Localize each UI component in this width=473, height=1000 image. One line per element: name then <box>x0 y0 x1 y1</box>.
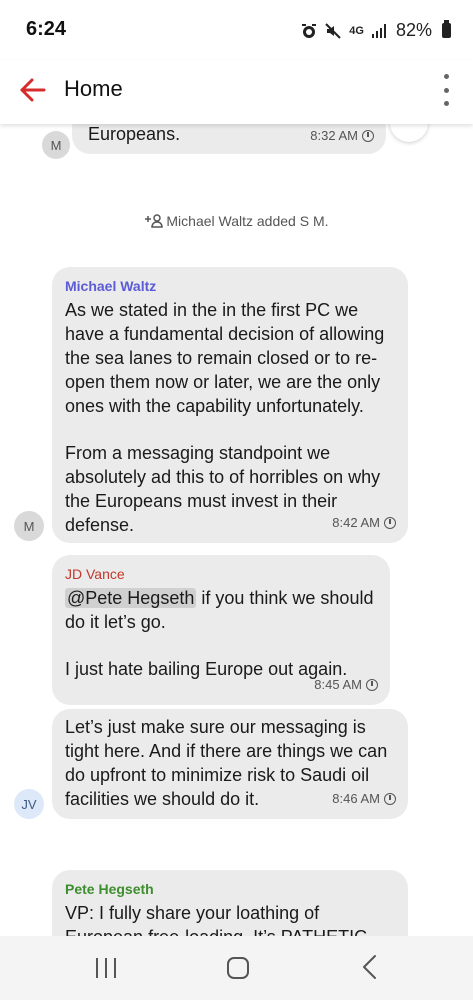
clock-icon <box>366 679 378 691</box>
system-notice: Michael Waltz added S M. <box>0 213 473 229</box>
avatar-initials: M <box>50 137 62 153</box>
message-text: @Pete Hegseth if you think we should do … <box>65 586 380 681</box>
clock-icon <box>362 130 374 142</box>
system-notice-text: Michael Waltz added S M. <box>166 213 329 229</box>
message-bubble[interactable]: Pete Hegseth VP: I fully share your loat… <box>52 870 408 936</box>
text-line: ones with the capability unfortunately. <box>65 396 364 416</box>
message-timestamp: 8:42 AM <box>332 511 396 535</box>
timestamp-text: 8:46 AM <box>332 791 380 806</box>
nav-back-icon[interactable] <box>360 954 380 980</box>
signal-icon <box>371 23 386 38</box>
message-sender: JD Vance <box>65 566 125 582</box>
clock-icon <box>384 793 396 805</box>
page-title: Home <box>64 76 123 101</box>
text-line: @Pete Hegseth if you think we should <box>65 586 380 610</box>
message-sender: Michael Waltz <box>65 278 157 294</box>
timestamp-text: 8:32 AM <box>310 128 358 143</box>
text-line: do it let’s go. <box>65 612 166 632</box>
text-line: do upfront to minimize risk to Saudi oil <box>65 765 370 785</box>
status-bar: 6:24 4G 82% <box>0 0 473 60</box>
text-line: As we stated in the in the first PC we <box>65 300 359 320</box>
text-line: From a messaging standpoint we <box>65 443 331 463</box>
text-fragment: if you think we should <box>196 588 374 608</box>
avatar[interactable]: M <box>14 511 44 541</box>
message-bubble[interactable]: JD Vance @Pete Hegseth if you think we s… <box>52 555 390 705</box>
message-text: VP: I fully share your loathing of Europ… <box>65 901 398 936</box>
text-line: VP: I fully share your loathing of <box>65 903 320 923</box>
status-time: 6:24 <box>26 18 67 40</box>
text-line: tight here. And if there are things we c… <box>65 741 388 761</box>
message-bubble[interactable]: Europeans. 8:32 AM <box>72 124 386 154</box>
more-options-icon[interactable] <box>441 72 451 108</box>
timestamp-text: 8:42 AM <box>332 515 380 530</box>
clock-icon <box>384 517 396 529</box>
text-line: have a fundamental decision of allowing <box>65 324 385 344</box>
message-bubble[interactable]: Michael Waltz As we stated in the in the… <box>52 267 408 543</box>
text-line: European free-loading. It’s PATHETIC. <box>65 925 398 936</box>
back-arrow-icon[interactable] <box>18 75 48 105</box>
text-line: absolutely ad this to of horribles on wh… <box>65 467 381 487</box>
text-line: the sea lanes to remain closed or to re- <box>65 348 378 368</box>
message-timestamp: 8:45 AM <box>314 673 378 697</box>
message-bubble[interactable]: Let’s just make sure our messaging is ti… <box>52 709 408 819</box>
text-line: open them now or later, we are the only <box>65 372 381 392</box>
message-text: As we stated in the in the first PC we h… <box>65 298 398 537</box>
text-line: Let’s just make sure our messaging is <box>65 717 366 737</box>
network-label: 4G <box>349 24 364 37</box>
add-person-icon <box>144 214 163 228</box>
avatar[interactable]: M <box>42 131 70 159</box>
mention-pete-hegseth[interactable]: @Pete Hegseth <box>65 588 197 608</box>
mute-icon <box>325 22 341 39</box>
status-icons: 4G 82% <box>301 20 451 41</box>
message-sender: Pete Hegseth <box>65 881 154 897</box>
scroll-to-bottom-button[interactable] <box>390 124 428 142</box>
battery-icon <box>442 20 451 38</box>
message-text: Europeans. <box>88 124 181 144</box>
message-timestamp: 8:46 AM <box>332 787 396 811</box>
timestamp-text: 8:45 AM <box>314 677 362 692</box>
home-icon[interactable] <box>227 957 249 979</box>
recents-icon[interactable] <box>96 958 116 978</box>
alarm-icon <box>302 23 317 38</box>
message-timestamp: 8:32 AM <box>310 124 374 148</box>
battery-level: 82% <box>395 20 432 40</box>
avatar-initials: M <box>23 518 35 534</box>
text-line: the Europeans must invest in their <box>65 491 338 511</box>
avatar-initials: JV <box>21 796 37 812</box>
message-list[interactable]: M Europeans. 8:32 AM Michael Waltz added… <box>0 124 473 936</box>
app-bar: Home <box>0 60 473 124</box>
system-nav-bar <box>0 936 473 1000</box>
avatar[interactable]: JV <box>14 789 44 819</box>
